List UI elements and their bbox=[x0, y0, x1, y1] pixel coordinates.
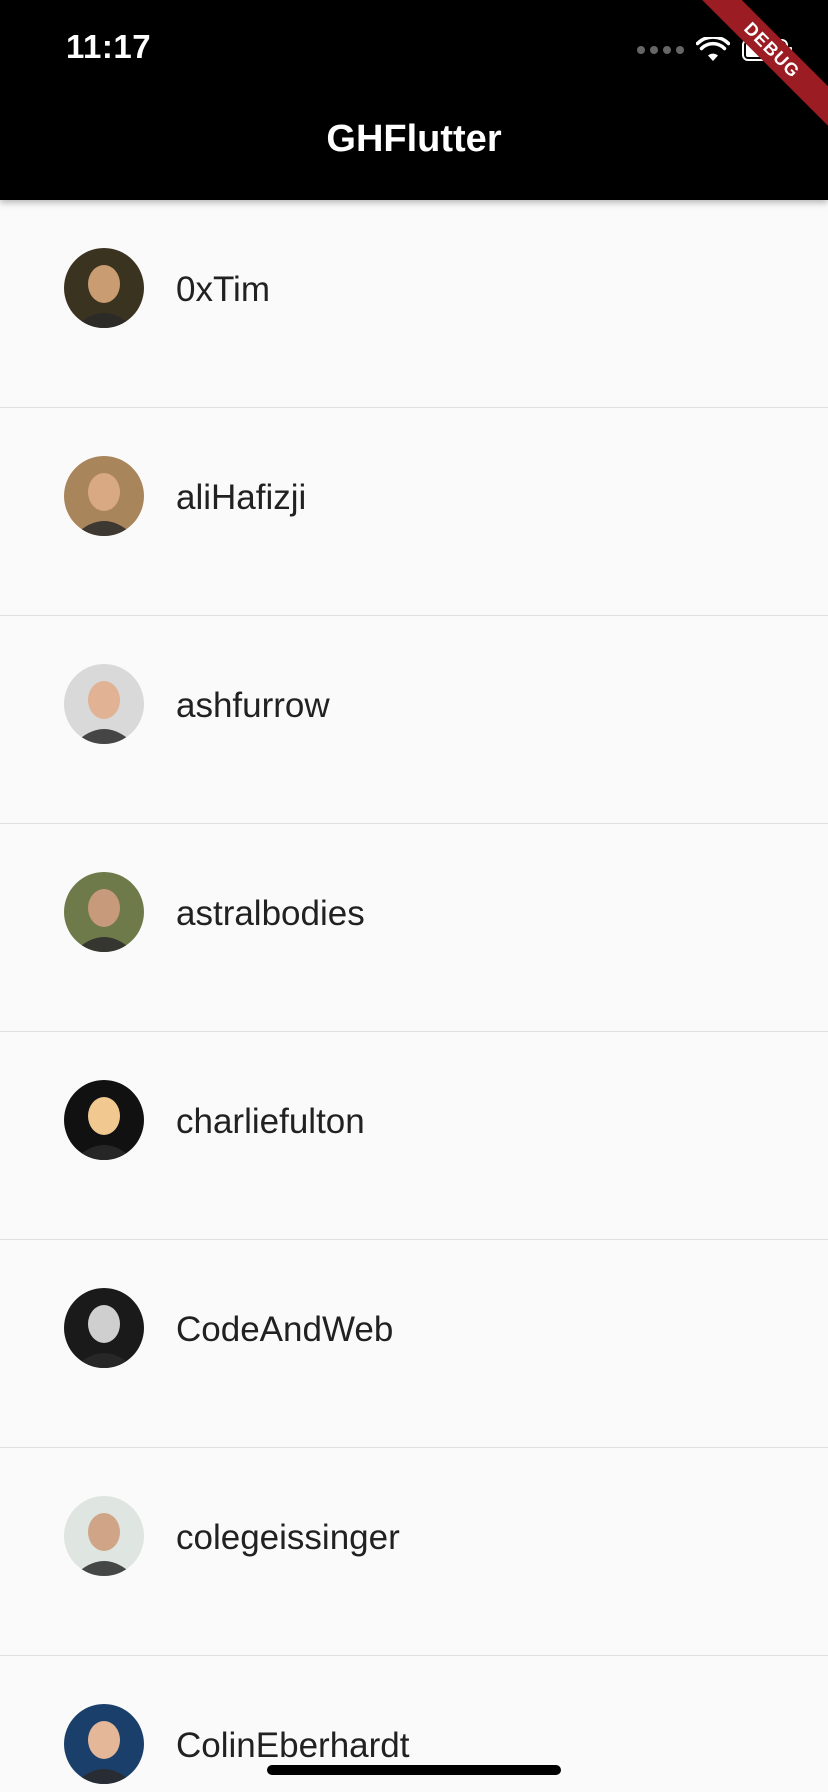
wifi-icon bbox=[696, 37, 730, 63]
list-item[interactable]: astralbodies bbox=[0, 824, 828, 1032]
member-login: ashfurrow bbox=[176, 686, 330, 725]
avatar bbox=[64, 1288, 144, 1368]
member-login: colegeissinger bbox=[176, 1518, 400, 1557]
list-item[interactable]: CodeAndWeb bbox=[0, 1240, 828, 1448]
list-item[interactable]: colegeissinger bbox=[0, 1448, 828, 1656]
avatar bbox=[64, 1080, 144, 1160]
member-login: 0xTim bbox=[176, 270, 270, 309]
avatar bbox=[64, 1704, 144, 1784]
avatar bbox=[64, 872, 144, 952]
list-item[interactable]: ashfurrow bbox=[0, 616, 828, 824]
app-bar: 11:17 GHFlutter bbox=[0, 0, 828, 200]
list-item[interactable]: aliHafizji bbox=[0, 408, 828, 616]
app-screen: 11:17 GHFlutter DEBUG 0xTim aliHafizji ash… bbox=[0, 0, 828, 1792]
home-indicator[interactable] bbox=[267, 1765, 561, 1775]
avatar bbox=[64, 664, 144, 744]
member-login: CodeAndWeb bbox=[176, 1310, 394, 1349]
list-item[interactable]: charliefulton bbox=[0, 1032, 828, 1240]
status-time: 11:17 bbox=[66, 28, 152, 65]
avatar bbox=[64, 248, 144, 328]
member-login: astralbodies bbox=[176, 894, 365, 933]
avatar bbox=[64, 456, 144, 536]
cellular-signal-icon bbox=[637, 46, 684, 54]
status-indicators bbox=[637, 30, 792, 70]
member-login: ColinEberhardt bbox=[176, 1726, 410, 1765]
list-item[interactable]: 0xTim bbox=[0, 200, 828, 408]
battery-icon bbox=[742, 39, 792, 61]
member-login: charliefulton bbox=[176, 1102, 365, 1141]
member-list: 0xTim aliHafizji ashfurrow astralbodies char… bbox=[0, 200, 828, 1792]
member-login: aliHafizji bbox=[176, 478, 307, 517]
avatar bbox=[64, 1496, 144, 1576]
page-title: GHFlutter bbox=[326, 118, 502, 160]
